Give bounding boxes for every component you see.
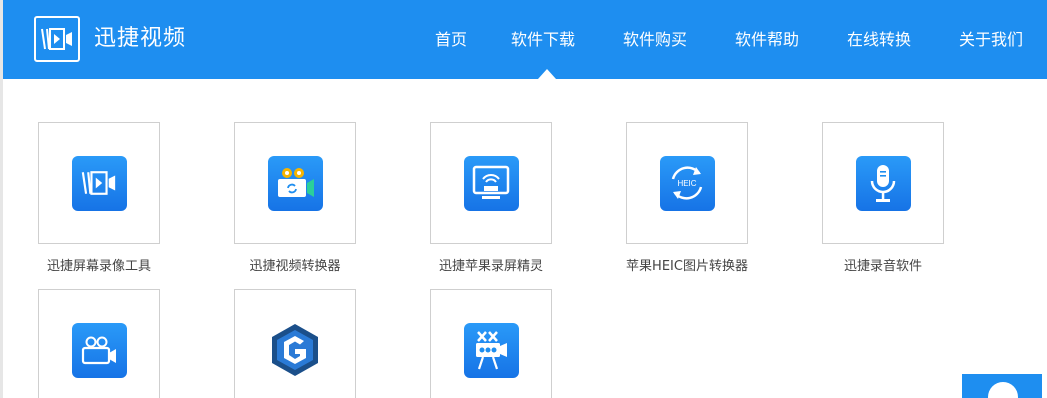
product-card-video-converter[interactable]: [234, 122, 356, 244]
video-camera-icon: [71, 322, 127, 378]
nav-item-software-purchase[interactable]: 软件购买: [623, 27, 687, 53]
active-nav-caret: [538, 69, 556, 79]
brand-logo-icon[interactable]: [34, 16, 80, 62]
product-card-video-camera[interactable]: [38, 289, 160, 398]
product-label-heic-converter[interactable]: 苹果HEIC图片转换器: [607, 258, 767, 276]
film-projector-icon: [463, 322, 519, 378]
nav-item-online-convert[interactable]: 在线转换: [847, 27, 911, 53]
nav-item-software-download[interactable]: 软件下载: [511, 27, 575, 53]
microphone-icon: [855, 155, 911, 211]
heic-converter-icon: HEIC: [659, 155, 715, 211]
product-card-screen-recorder[interactable]: [38, 122, 160, 244]
product-label-video-converter[interactable]: 迅捷视频转换器: [215, 258, 375, 276]
video-converter-icon: [267, 155, 323, 211]
product-label-audio-recorder[interactable]: 迅捷录音软件: [803, 258, 963, 276]
product-card-audio-recorder[interactable]: [822, 122, 944, 244]
floating-service-button[interactable]: [962, 374, 1042, 398]
service-avatar-icon: [988, 382, 1018, 398]
screen-recorder-icon: [71, 155, 127, 211]
product-label-airplay-recorder[interactable]: 迅捷苹果录屏精灵: [411, 258, 571, 276]
airplay-recorder-icon: [463, 155, 519, 211]
product-card-heic-converter[interactable]: HEIC: [626, 122, 748, 244]
nav-item-home[interactable]: 首页: [435, 27, 467, 53]
product-label-screen-recorder[interactable]: 迅捷屏幕录像工具: [19, 258, 179, 276]
nav-item-about-us[interactable]: 关于我们: [959, 27, 1023, 53]
product-card-airplay-recorder[interactable]: [430, 122, 552, 244]
product-card-g-app[interactable]: [234, 289, 356, 398]
heic-badge-text: HEIC: [677, 179, 696, 188]
product-card-film-projector[interactable]: [430, 289, 552, 398]
nav-item-software-help[interactable]: 软件帮助: [735, 27, 799, 53]
hexagon-g-logo-icon: [267, 322, 323, 378]
brand-name[interactable]: 迅捷视频: [94, 22, 186, 56]
